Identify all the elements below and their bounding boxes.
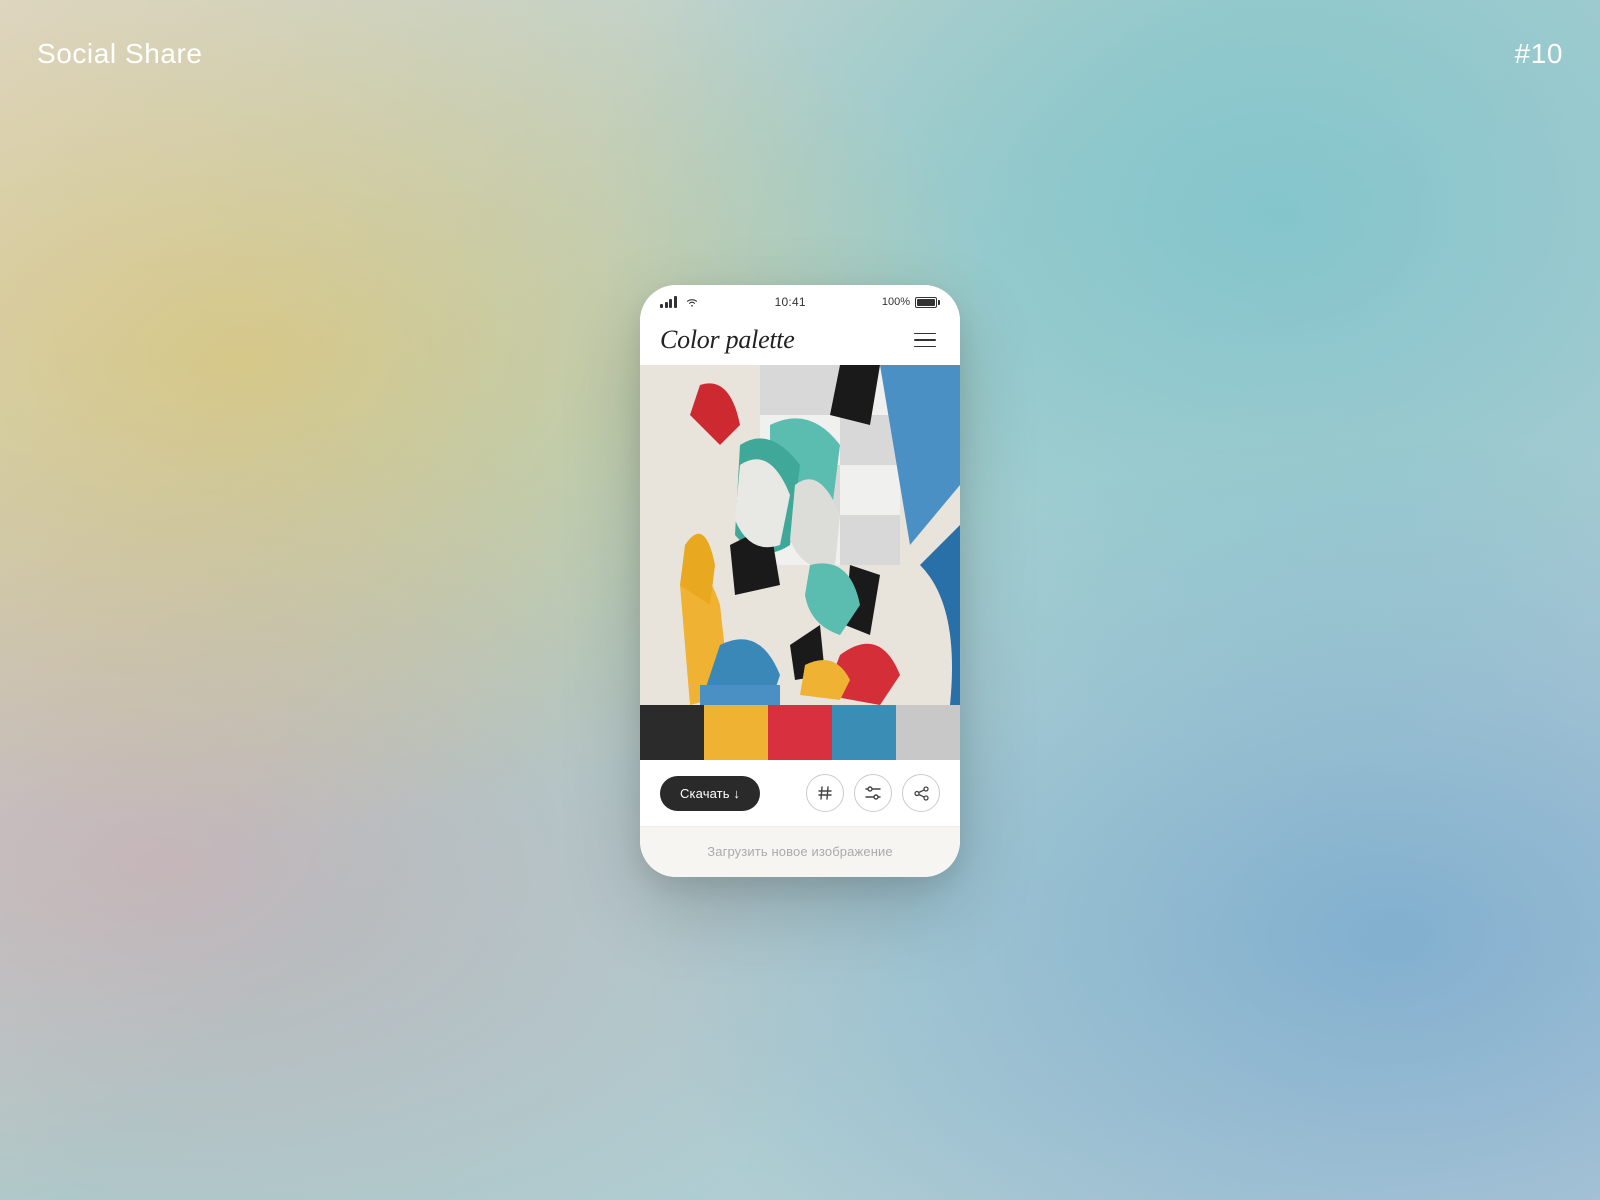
hashtag-icon: [818, 786, 832, 800]
share-button[interactable]: [902, 774, 940, 812]
swatch-teal-blue[interactable]: [832, 705, 896, 760]
swatch-light-gray[interactable]: [896, 705, 960, 760]
upload-footer[interactable]: Загрузить новое изображение: [640, 826, 960, 877]
color-palette-row: [640, 705, 960, 760]
share-icon: [914, 786, 929, 801]
battery-icon: [915, 297, 940, 308]
swatch-black[interactable]: [640, 705, 704, 760]
version-number-label: #10: [1515, 38, 1563, 70]
app-name-label: Social Share: [37, 38, 202, 70]
action-bar: Скачать ↓: [640, 760, 960, 826]
download-button[interactable]: Скачать ↓: [660, 776, 760, 811]
phone-mockup: 10:41 100% Color palette: [640, 285, 960, 915]
status-right: 100%: [882, 296, 940, 308]
signal-icon: [660, 296, 677, 308]
swatch-yellow[interactable]: [704, 705, 768, 760]
app-header: Color palette: [640, 313, 960, 365]
status-time: 10:41: [775, 295, 806, 309]
icon-buttons-group: [806, 774, 940, 812]
sliders-icon: [865, 786, 881, 800]
upload-label: Загрузить новое изображение: [707, 844, 893, 859]
battery-pct-label: 100%: [882, 296, 910, 308]
status-left: [660, 296, 699, 308]
artwork-image: [640, 365, 960, 705]
filter-button[interactable]: [854, 774, 892, 812]
wifi-icon: [685, 297, 699, 307]
hashtag-button[interactable]: [806, 774, 844, 812]
page-title: Color palette: [660, 325, 795, 355]
status-bar: 10:41 100%: [640, 285, 960, 313]
swatch-red[interactable]: [768, 705, 832, 760]
phone-frame: 10:41 100% Color palette: [640, 285, 960, 877]
menu-button[interactable]: [910, 329, 940, 352]
